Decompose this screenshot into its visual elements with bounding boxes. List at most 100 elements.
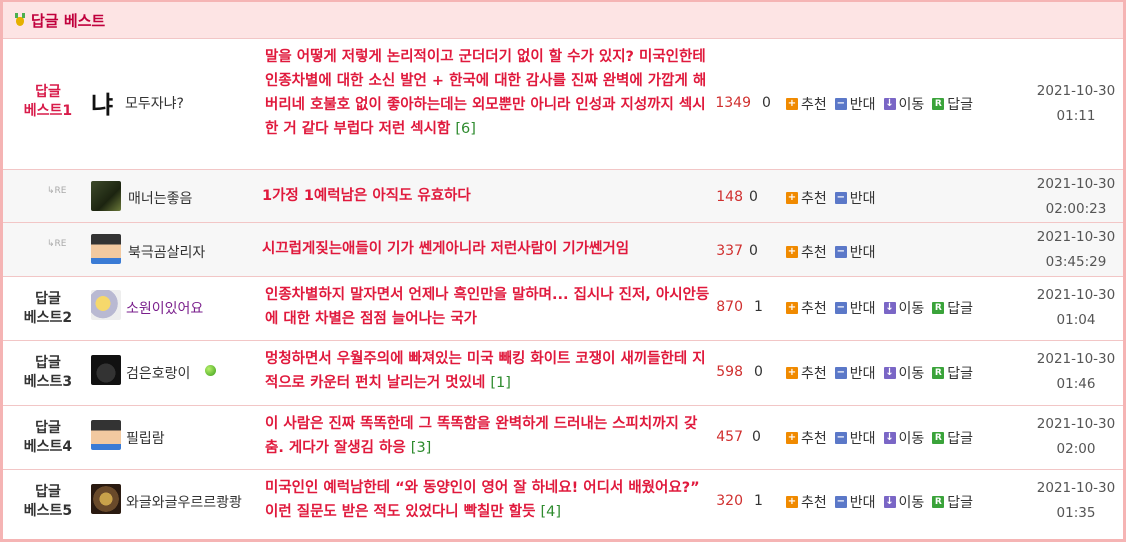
minus-icon: − [834, 192, 847, 204]
move-button[interactable]: ↓ 이동 [883, 363, 924, 383]
level-badge-icon [205, 365, 216, 376]
post-content[interactable]: 시끄럽게짖는애들이 기가 쎈게아니라 저런사람이 기가쎈거임 [262, 237, 710, 261]
table-row[interactable]: 답글 베스트1 냐 모두자냐? 말을 어떻게 저렇게 논리적이고 군더더기 없이 … [3, 39, 1123, 170]
recommend-button[interactable]: + 추천 [786, 298, 827, 318]
minus-icon: − [834, 98, 847, 110]
oppose-button[interactable]: − 반대 [834, 188, 876, 208]
plus-icon: + [786, 192, 798, 204]
arrow-down-icon: ↓ [883, 432, 896, 444]
minus-icon: − [834, 302, 847, 314]
post-content[interactable]: 이 사람은 진짜 똑똑한데 그 똑똑함을 완벽하게 드러내는 스피치까지 갖춤.… [265, 412, 713, 460]
reply-count: 0 [762, 95, 771, 111]
oppose-button[interactable]: − 반대 [834, 94, 876, 114]
author-nick[interactable]: 소원이있어요 [126, 298, 203, 318]
minus-icon: − [834, 367, 847, 379]
reply-button[interactable]: R 답글 [932, 492, 973, 512]
recommend-button[interactable]: + 추천 [786, 94, 827, 114]
carrot-icon [13, 13, 27, 27]
row-actions: + 추천 − 반대 ↓ 이동 R 답글 [786, 298, 981, 318]
move-button[interactable]: ↓ 이동 [883, 298, 924, 318]
view-count: 870 [716, 299, 743, 315]
view-count: 148 [716, 189, 743, 205]
row-actions: + 추천 − 반대 ↓ 이동 R 답글 [786, 428, 981, 448]
view-count: 1349 [715, 95, 751, 111]
reply-count: 1 [754, 299, 763, 315]
table-row[interactable]: ↳RE 북극곰살리자 시끄럽게짖는애들이 기가 쎈게아니라 저런사람이 기가쎈거… [3, 223, 1123, 277]
post-date: 2021-10-30 01:04 [1036, 287, 1116, 328]
avatar [91, 355, 121, 385]
reply-icon: R [932, 302, 945, 314]
move-button[interactable]: ↓ 이동 [883, 94, 924, 114]
row-actions: + 추천 − 반대 ↓ 이동 R 답글 [786, 492, 981, 512]
arrow-down-icon: ↓ [883, 98, 896, 110]
post-date: 2021-10-30 02:00:23 [1036, 176, 1116, 217]
post-content[interactable]: 멍청하면서 우월주의에 빠져있는 미국 빼킹 화이트 코쟁이 새끼들한테 지적으… [265, 347, 713, 395]
view-count: 598 [716, 364, 743, 380]
reply-button[interactable]: R 답글 [932, 428, 973, 448]
plus-icon: + [786, 98, 798, 110]
recommend-button[interactable]: + 추천 [786, 188, 827, 208]
reply-icon: R [932, 496, 945, 508]
plus-icon: + [786, 496, 798, 508]
reply-icon: R [932, 98, 945, 110]
oppose-button[interactable]: − 반대 [834, 298, 876, 318]
author-nick[interactable]: 매너는좋음 [128, 188, 192, 208]
recommend-button[interactable]: + 추천 [786, 428, 827, 448]
oppose-button[interactable]: − 반대 [834, 492, 876, 512]
rank-label: 답글 베스트5 [23, 484, 73, 519]
rank-label: 답글 베스트2 [23, 291, 73, 326]
comment-count: [1] [490, 375, 511, 391]
reply-count: 0 [754, 364, 763, 380]
best-replies-panel: 답글 베스트 답글 베스트1 냐 모두자냐? 말을 어떻게 저렇게 논리적이고 군… [0, 0, 1126, 542]
table-row[interactable]: 답글 베스트2 소원이있어요 인종차별하지 말자면서 언제나 흑인만을 말하며..… [3, 277, 1123, 341]
comment-count: [3] [410, 440, 432, 456]
reply-button[interactable]: R 답글 [932, 363, 973, 383]
avatar [91, 290, 121, 320]
table-row[interactable]: 답글 베스트4 필립람 이 사람은 진짜 똑똑한데 그 똑똑함을 완벽하게 드러내… [3, 406, 1123, 470]
row-actions: + 추천 − 반대 ↓ 이동 R 답글 [786, 94, 981, 114]
panel-title: 답글 베스트 [31, 11, 106, 30]
author-nick[interactable]: 북극곰살리자 [128, 242, 205, 262]
post-date: 2021-10-30 01:11 [1036, 83, 1116, 124]
reply-count: 0 [749, 243, 758, 259]
avatar [91, 420, 121, 450]
author-nick[interactable]: 모두자냐? [125, 93, 184, 113]
reply-arrow-icon: ↳RE [47, 186, 67, 196]
avatar [91, 234, 121, 264]
table-row[interactable]: 답글 베스트3 검은호랑이 멍청하면서 우월주의에 빠져있는 미국 빼킹 화이트 … [3, 341, 1123, 406]
plus-icon: + [786, 432, 798, 444]
avatar [91, 181, 121, 211]
arrow-down-icon: ↓ [883, 496, 896, 508]
move-button[interactable]: ↓ 이동 [883, 428, 924, 448]
arrow-down-icon: ↓ [883, 367, 896, 379]
reply-button[interactable]: R 답글 [932, 94, 973, 114]
post-date: 2021-10-30 03:45:29 [1036, 229, 1116, 270]
post-content[interactable]: 미국인인 예럭남한테 “와 동양인이 영어 잘 하네요! 어디서 배웠어요?” … [265, 476, 713, 524]
post-content[interactable]: 말을 어떻게 저렇게 논리적이고 군더더기 없이 할 수가 있지? 미국인한테 … [265, 45, 713, 141]
move-button[interactable]: ↓ 이동 [883, 492, 924, 512]
plus-icon: + [786, 302, 798, 314]
table-row[interactable]: 답글 베스트5 와글와글우르르쾅쾅 미국인인 예럭남한테 “와 동양인이 영어 잘… [3, 470, 1123, 537]
author-nick[interactable]: 필립람 [126, 428, 165, 448]
post-content[interactable]: 인종차별하지 말자면서 언제나 흑인만을 말하며... 집시나 진저, 아시안등… [265, 283, 713, 331]
row-actions: + 추천 − 반대 [786, 188, 884, 208]
view-count: 320 [716, 493, 743, 509]
oppose-button[interactable]: − 반대 [834, 363, 876, 383]
post-content[interactable]: 1가정 1예럭남은 아직도 유효하다 [262, 184, 710, 208]
oppose-button[interactable]: − 반대 [834, 242, 876, 262]
view-count: 457 [716, 429, 743, 445]
recommend-button[interactable]: + 추천 [786, 242, 827, 262]
recommend-button[interactable]: + 추천 [786, 363, 827, 383]
minus-icon: − [834, 432, 847, 444]
comment-count: [6] [455, 121, 476, 137]
rank-label: 답글 베스트1 [23, 84, 73, 119]
post-date: 2021-10-30 01:46 [1036, 351, 1116, 392]
author-nick[interactable]: 와글와글우르르쾅쾅 [126, 492, 242, 512]
recommend-button[interactable]: + 추천 [786, 492, 827, 512]
author-nick[interactable]: 검은호랑이 [126, 363, 190, 383]
table-row[interactable]: ↳RE 매너는좋음 1가정 1예럭남은 아직도 유효하다 148 0 + 추천 −… [3, 170, 1123, 223]
reply-button[interactable]: R 답글 [932, 298, 973, 318]
view-count: 337 [716, 243, 743, 259]
post-date: 2021-10-30 01:35 [1036, 480, 1116, 521]
oppose-button[interactable]: − 반대 [834, 428, 876, 448]
